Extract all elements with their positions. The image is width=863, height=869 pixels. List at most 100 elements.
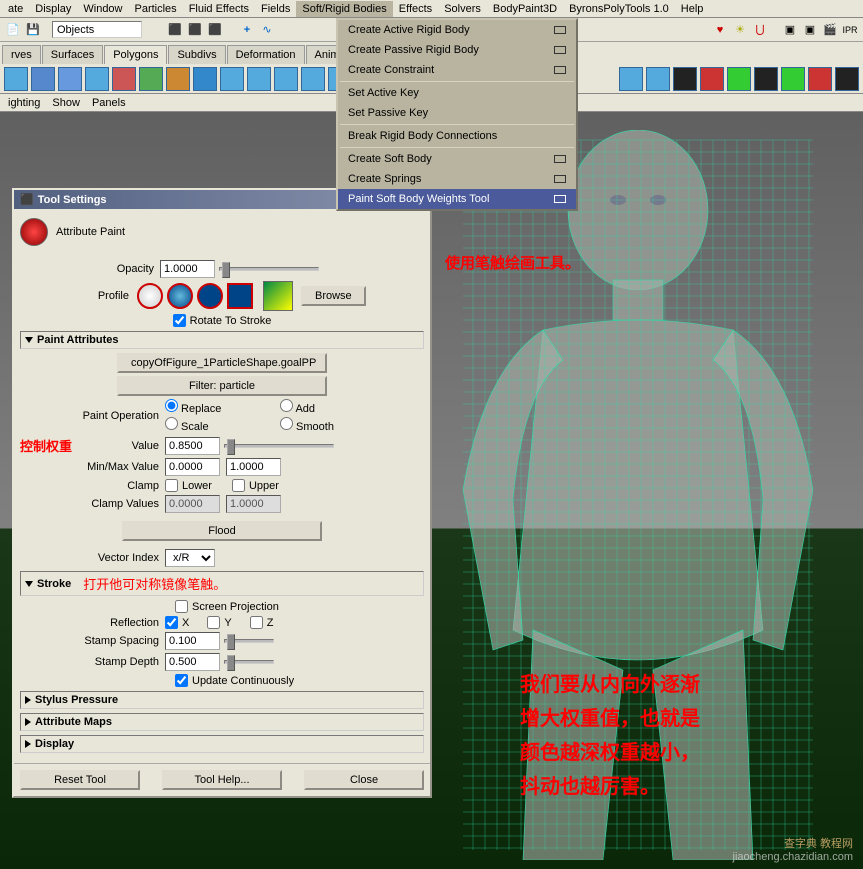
flood-button[interactable]: Flood [122, 521, 322, 541]
shelf-icon[interactable] [220, 67, 244, 91]
profile-soft[interactable] [167, 283, 193, 309]
viewport-menu-item[interactable]: Show [52, 97, 80, 109]
menu-ate[interactable]: ate [2, 1, 29, 17]
shelf-icon[interactable] [700, 67, 724, 91]
screen-proj-checkbox[interactable] [175, 600, 188, 613]
shelf-icon[interactable] [193, 67, 217, 91]
refl-y-checkbox[interactable] [207, 616, 220, 629]
shelf-icon[interactable] [112, 67, 136, 91]
shelf-icon[interactable] [835, 67, 859, 91]
section-display[interactable]: Display [20, 735, 424, 753]
menu-effects[interactable]: Effects [393, 1, 438, 17]
browse-button[interactable]: Browse [301, 286, 366, 306]
value-input[interactable] [165, 437, 220, 455]
value-slider[interactable] [224, 444, 334, 448]
op-replace[interactable]: Replace [165, 399, 250, 415]
new-icon[interactable]: 📄 [4, 21, 22, 39]
section-attribute-maps[interactable]: Attribute Maps [20, 713, 424, 731]
menu-help[interactable]: Help [675, 1, 710, 17]
render-icon[interactable]: ▣ [781, 21, 799, 39]
option-box-icon[interactable] [554, 66, 566, 74]
op-smooth[interactable]: Smooth [280, 417, 365, 433]
profile-gaussian[interactable] [137, 283, 163, 309]
shelf-icon[interactable] [31, 67, 55, 91]
close-button[interactable]: Close [304, 770, 424, 790]
vector-select[interactable]: x/R [165, 549, 215, 567]
menu-byronspolytools[interactable]: ByronsPolyTools 1.0 [563, 1, 675, 17]
profile-square[interactable] [227, 283, 253, 309]
op-add[interactable]: Add [280, 399, 365, 415]
menu-item[interactable]: Set Passive Key [338, 103, 576, 123]
refl-x-checkbox[interactable] [165, 616, 178, 629]
shelf-icon[interactable] [247, 67, 271, 91]
shelf-icon[interactable] [4, 67, 28, 91]
tool-icon[interactable]: ⬛ [166, 21, 184, 39]
menu-solvers[interactable]: Solvers [438, 1, 487, 17]
menu-display[interactable]: Display [29, 1, 77, 17]
menu-item[interactable]: Create Active Rigid Body [338, 20, 576, 40]
spacing-slider[interactable] [224, 639, 274, 643]
option-box-icon[interactable] [554, 155, 566, 163]
depth-slider[interactable] [224, 660, 274, 664]
refl-z-checkbox[interactable] [250, 616, 263, 629]
light-icon[interactable]: ☀ [731, 21, 749, 39]
menu-item[interactable]: Create Springs [338, 169, 576, 189]
menu-item[interactable]: Break Rigid Body Connections [338, 126, 576, 146]
tab-deformation[interactable]: Deformation [227, 45, 305, 64]
upper-checkbox[interactable] [232, 479, 245, 492]
shelf-icon[interactable] [274, 67, 298, 91]
shelf-icon[interactable] [754, 67, 778, 91]
option-box-icon[interactable] [554, 175, 566, 183]
clapper-icon[interactable]: 🎬 [821, 21, 839, 39]
filter-button[interactable]: Filter: particle [117, 376, 327, 396]
shelf-icon[interactable] [85, 67, 109, 91]
op-scale[interactable]: Scale [165, 417, 250, 433]
shelf-icon[interactable] [781, 67, 805, 91]
menu-item[interactable]: Set Active Key [338, 83, 576, 103]
selection-mode-combo[interactable] [52, 21, 142, 38]
render-icon[interactable]: ▣ [801, 21, 819, 39]
shelf-icon[interactable] [139, 67, 163, 91]
option-box-icon[interactable] [554, 26, 566, 34]
viewport-menu-item[interactable]: ighting [8, 97, 40, 109]
shelf-icon[interactable] [808, 67, 832, 91]
rotate-checkbox[interactable] [173, 314, 186, 327]
menu-particles[interactable]: Particles [129, 1, 183, 17]
profile-custom[interactable] [263, 281, 293, 311]
tab-rves[interactable]: rves [2, 45, 41, 64]
menu-bodypaintd[interactable]: BodyPaint3D [487, 1, 563, 17]
tool-icon[interactable]: ⬛ [206, 21, 224, 39]
menu-window[interactable]: Window [77, 1, 128, 17]
section-stylus-pressure[interactable]: Stylus Pressure [20, 691, 424, 709]
menu-fields[interactable]: Fields [255, 1, 296, 17]
option-box-icon[interactable] [554, 46, 566, 54]
tab-surfaces[interactable]: Surfaces [42, 45, 103, 64]
tool-help-button[interactable]: Tool Help... [162, 770, 282, 790]
profile-solid[interactable] [197, 283, 223, 309]
heart-icon[interactable]: ♥ [711, 21, 729, 39]
spacing-input[interactable] [165, 632, 220, 650]
option-box-icon[interactable] [554, 195, 566, 203]
menu-item[interactable]: Create Constraint [338, 60, 576, 80]
menu-softrigidbodies[interactable]: Soft/Rigid Bodies [296, 1, 392, 17]
magnet-icon[interactable]: ⋃ [751, 21, 769, 39]
opacity-input[interactable] [160, 260, 215, 278]
reset-tool-button[interactable]: Reset Tool [20, 770, 140, 790]
paint-attributes-header[interactable]: Paint Attributes [20, 331, 424, 349]
tab-polygons[interactable]: Polygons [104, 45, 167, 64]
lower-checkbox[interactable] [165, 479, 178, 492]
shelf-icon[interactable] [58, 67, 82, 91]
shelf-icon[interactable] [727, 67, 751, 91]
menu-item[interactable]: Create Soft Body [338, 149, 576, 169]
menu-item[interactable]: Create Passive Rigid Body [338, 40, 576, 60]
depth-input[interactable] [165, 653, 220, 671]
ipr-icon[interactable]: IPR [841, 21, 859, 39]
menu-fluideffects[interactable]: Fluid Effects [183, 1, 255, 17]
shelf-icon[interactable] [673, 67, 697, 91]
opacity-slider[interactable] [219, 267, 319, 271]
shelf-icon[interactable] [166, 67, 190, 91]
menu-item[interactable]: Paint Soft Body Weights Tool [338, 189, 576, 209]
save-icon[interactable]: 💾 [24, 21, 42, 39]
shelf-icon[interactable] [646, 67, 670, 91]
curve-icon[interactable]: ∿ [258, 21, 276, 39]
